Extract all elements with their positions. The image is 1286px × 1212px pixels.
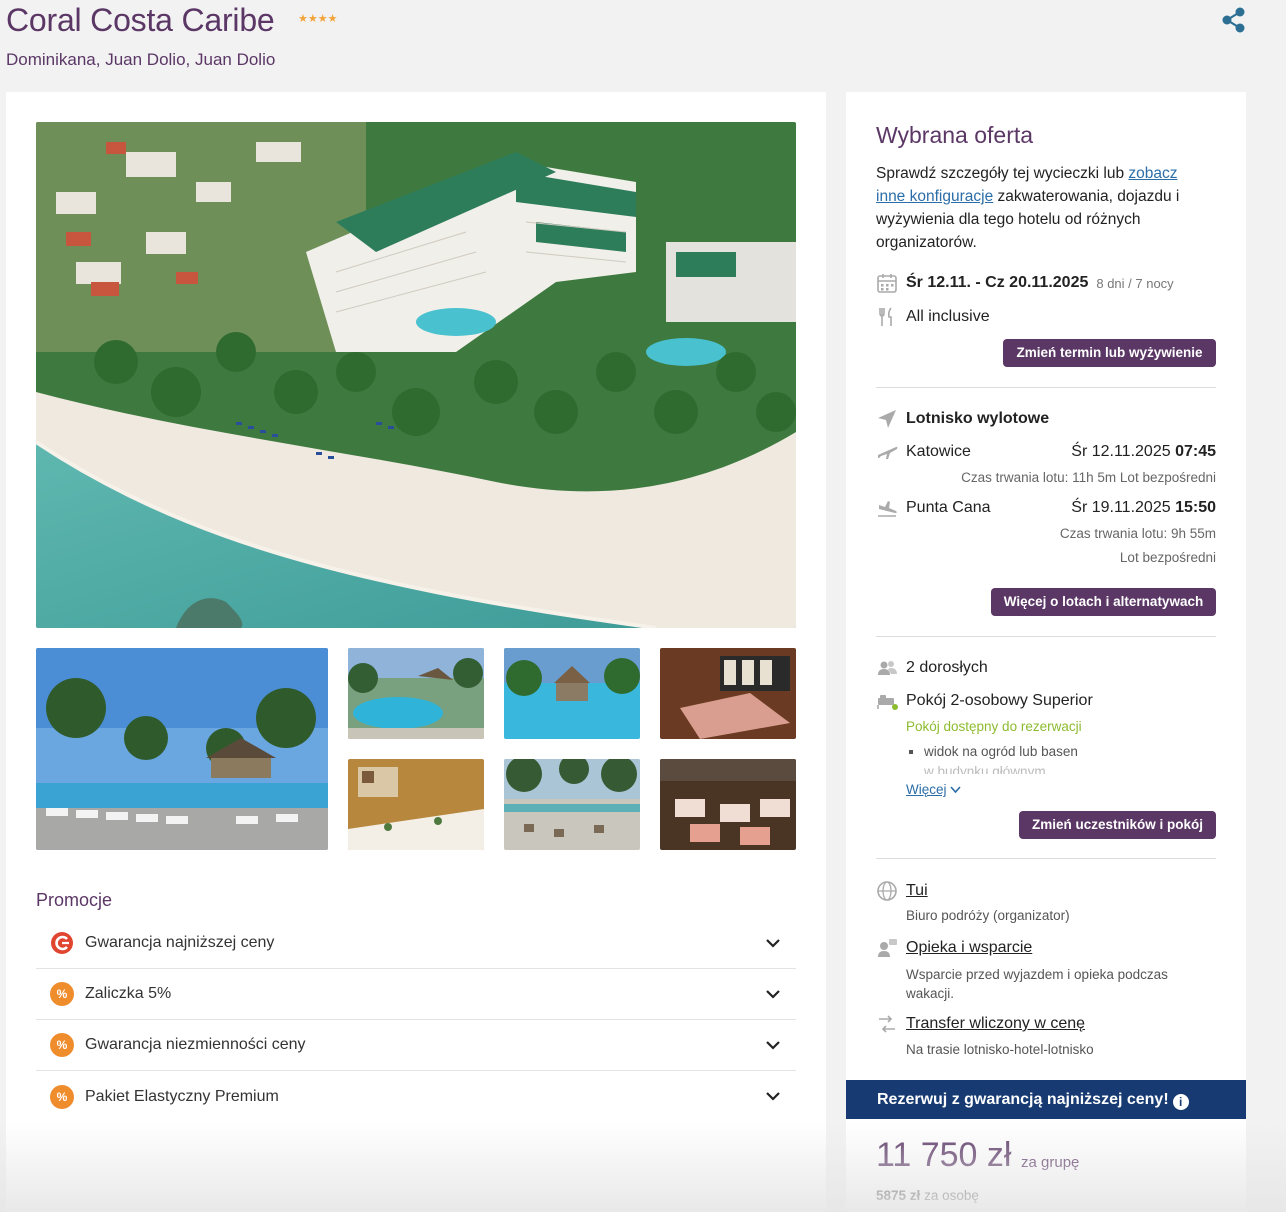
promo-label: Gwarancja niezmienności ceny (85, 1036, 306, 1053)
lowest-price-guarantee-bar[interactable]: Rezerwuj z gwarancją najniższej ceny! i (846, 1080, 1246, 1119)
promo-flexible-premium[interactable]: % Pakiet Elastyczny Premium (36, 1071, 796, 1122)
thumbnail-beach-restaurant[interactable] (504, 759, 640, 850)
participants-count: 2 dorosłych (906, 659, 988, 676)
per-person-label: za osobę (924, 1188, 979, 1203)
people-icon (878, 661, 897, 675)
organizer-link[interactable]: Tui (906, 882, 928, 900)
promo-lowest-price-guarantee[interactable]: Gwarancja najniższej ceny (36, 918, 796, 969)
support-description: Wsparcie przed wyjazdem i opieka podczas… (906, 967, 1168, 1001)
trip-dates-row: Śr 12.11. - Cz 20.11.2025 8 dni / 7 nocy (876, 272, 1216, 294)
promo-price-stability[interactable]: % Gwarancja niezmienności ceny (36, 1020, 796, 1071)
divider (876, 858, 1216, 859)
trip-duration: 8 dni / 7 nocy (1096, 275, 1174, 291)
promo-deposit[interactable]: % Zaliczka 5% (36, 969, 796, 1020)
promotions-heading: Promocje (36, 890, 113, 910)
return-duration: Czas trwania lotu: 9h 55m (1059, 526, 1216, 541)
trip-dates: Śr 12.11. - Cz 20.11.2025 (906, 274, 1089, 291)
thumbnail-pool-bar[interactable] (348, 648, 484, 739)
chevron-down-icon[interactable] (764, 934, 782, 952)
hotel-location: Dominikana, Juan Dolio, Juan Dolio (6, 50, 276, 69)
organizer-description: Biuro podróży (organizator) (906, 908, 1070, 923)
outbound-date: Śr 12.11.2025 (1071, 443, 1171, 460)
promo-label: Gwarancja najniższej ceny (85, 934, 275, 951)
per-person-value: 5875 zł (876, 1188, 921, 1203)
offer-description: Sprawdź szczegóły tej wycieczki lub zoba… (876, 162, 1206, 254)
plane-takeoff-icon (878, 446, 898, 459)
thumbnail-pool-palms[interactable] (36, 648, 328, 850)
change-date-button[interactable]: Zmień termin lub wyżywienie (1003, 339, 1216, 367)
thumbnail-dining-room[interactable] (348, 759, 484, 850)
percent-icon: % (50, 1084, 74, 1109)
return-type: Lot bezpośredni (1119, 550, 1216, 565)
transfer-icon (879, 1015, 895, 1033)
offer-title: Wybrana oferta (876, 122, 1034, 148)
cutlery-icon (879, 307, 892, 326)
outbound-info: Czas trwania lotu: 11h 5m Lot bezpośredn… (961, 470, 1216, 485)
support-agent-icon (878, 939, 897, 957)
chevron-down-icon[interactable] (950, 784, 961, 795)
percent-icon: % (50, 982, 74, 1006)
price-unit: za grupę (1021, 1154, 1080, 1171)
transfer-link[interactable]: Transfer wliczony w cenę (906, 1015, 1085, 1033)
support-link[interactable]: Opieka i wsparcie (906, 939, 1032, 957)
divider (876, 387, 1216, 388)
thumbnail-restaurant-terrace[interactable] (660, 759, 796, 850)
room-availability: Pokój dostępny do rezerwacji (906, 719, 1082, 734)
board-row: All inclusive (876, 306, 1216, 328)
board-type: All inclusive (906, 308, 990, 325)
participants-row: 2 dorosłych (876, 657, 1216, 679)
outbound-time: 07:45 (1175, 443, 1216, 460)
outbound-type: Lot bezpośredni (1119, 470, 1216, 485)
offer-description-text: Sprawdź szczegóły tej wycieczki lub (876, 165, 1129, 182)
transfer-row: Transfer wliczony w cenę (876, 1013, 1216, 1035)
main-hotel-photo[interactable] (36, 122, 796, 628)
chevron-down-icon[interactable] (764, 1036, 782, 1054)
change-participants-room-button[interactable]: Zmień uczestników i pokój (1019, 811, 1216, 839)
outbound-city: Katowice (906, 443, 971, 460)
chevron-down-icon[interactable] (764, 1087, 782, 1105)
plane-landing-icon (878, 501, 897, 517)
bed-icon (877, 695, 898, 710)
share-icon[interactable] (1220, 6, 1248, 34)
hotel-rating-stars: ★★★★ (298, 13, 338, 25)
room-type-row: Pokój 2-osobowy Superior (876, 690, 1216, 712)
room-feature: widok na ogród lub basen (924, 742, 1078, 762)
chevron-down-icon[interactable] (764, 985, 782, 1003)
departure-airport-heading: Lotnisko wylotowe (906, 410, 1050, 427)
outbound-datetime: Śr 12.11.2025 07:45 (1071, 443, 1216, 461)
room-features-list: widok na ogród lub basen w budynku główn… (924, 742, 1078, 774)
room-feature: w budynku głównym (924, 762, 1078, 774)
globe-icon (877, 881, 897, 901)
percent-icon: % (50, 1033, 74, 1057)
return-datetime: Śr 19.11.2025 15:50 (1071, 499, 1216, 517)
more-link-label[interactable]: Więcej (906, 782, 947, 797)
info-icon[interactable]: i (1172, 1094, 1189, 1110)
more-flights-button[interactable]: Więcej o lotach i alternatywach (991, 588, 1216, 616)
divider (876, 636, 1216, 637)
guarantee-text: Rezerwuj z gwarancją najniższej ceny! (877, 1091, 1169, 1108)
departure-airport-row: Lotnisko wylotowe (876, 408, 1216, 430)
thumbnail-pool-gazebo[interactable] (504, 648, 640, 739)
room-type: Pokój 2-osobowy Superior (906, 692, 1093, 709)
hotel-title: Coral Costa Caribe (6, 2, 275, 38)
return-city: Punta Cana (906, 499, 991, 516)
outbound-duration: Czas trwania lotu: 11h 5m (961, 470, 1117, 485)
thumbnail-restaurant-interior[interactable] (660, 648, 796, 739)
promotions-list: Gwarancja najniższej ceny % Zaliczka 5% … (36, 918, 796, 1122)
navigation-arrow-icon (878, 410, 896, 428)
more-room-details-link[interactable]: Więcej (906, 782, 961, 797)
price-per-person: 5875 zł za osobę (876, 1188, 979, 1203)
organizer-row: Tui (876, 880, 1216, 902)
gallery-panel: Promocje Gwarancja najniższej ceny % Zal… (6, 92, 826, 1212)
calendar-icon (877, 274, 897, 293)
lowest-price-guarantee-icon (51, 932, 73, 954)
offer-panel: Wybrana oferta Sprawdź szczegóły tej wyc… (846, 92, 1246, 1212)
transfer-description: Na trasie lotnisko-hotel-lotnisko (906, 1042, 1094, 1057)
return-date: Śr 19.11.2025 (1071, 499, 1171, 516)
promo-label: Pakiet Elastyczny Premium (85, 1087, 279, 1105)
promo-label: Zaliczka 5% (85, 985, 172, 1002)
support-row: Opieka i wsparcie (876, 937, 1216, 959)
return-time: 15:50 (1175, 499, 1216, 516)
total-price: 11 750 zł (876, 1136, 1012, 1174)
